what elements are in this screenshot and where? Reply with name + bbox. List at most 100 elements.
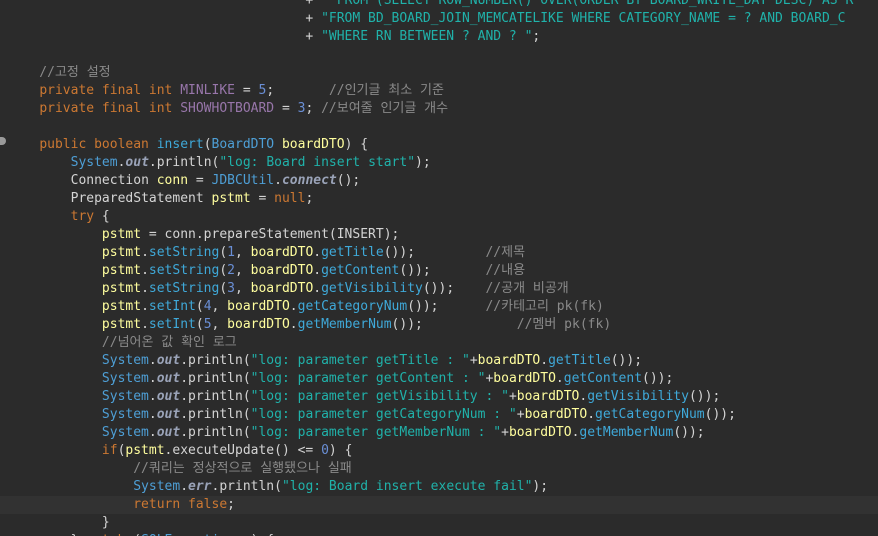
code-token: out [156, 353, 181, 368]
code-line[interactable]: System.out.println("log: parameter getCa… [0, 406, 878, 424]
code-token: MINLIKE [180, 83, 235, 98]
code-line[interactable] [0, 46, 878, 64]
code-token: "log: parameter getVisibility : " [250, 389, 509, 404]
code-line-text: private final int SHOWHOTBOARD = 3; //보여… [8, 100, 448, 118]
code-token: ); [415, 155, 431, 170]
code-editor[interactable]: + " FROM (SELECT ROW_NUMBER() OVER(ORDER… [0, 0, 878, 536]
code-line[interactable]: System.out.println("log: parameter getMe… [0, 424, 878, 442]
code-line[interactable]: System.out.println("log: Board insert st… [0, 154, 878, 172]
code-token: .println( [148, 155, 220, 170]
code-line[interactable]: pstmt.setString(3, boardDTO.getVisibilit… [0, 280, 878, 298]
code-token: //인기글 최소 기준 [328, 83, 444, 98]
code-line[interactable]: //쿼리는 정상적으로 실행됐으나 실패 [0, 460, 878, 478]
code-line[interactable]: } catch (SQLException e) { [0, 532, 878, 536]
code-line-text: System.err.println("log: Board insert ex… [8, 478, 548, 496]
code-token: = [235, 83, 259, 98]
code-token: //카테고리 pk(fk) [485, 299, 604, 314]
code-token: .println( [211, 479, 282, 494]
code-token: . [141, 281, 149, 296]
code-token: , [235, 263, 251, 278]
code-token: System [101, 425, 149, 440]
code-line[interactable]: pstmt.setInt(5, boardDTO.getMemberNum())… [0, 316, 878, 334]
code-token: setInt [148, 317, 196, 332]
code-line-text: } [8, 514, 110, 532]
code-token: + [8, 29, 322, 44]
code-token: ; [266, 83, 329, 98]
code-token: . [141, 263, 149, 278]
code-line[interactable]: public boolean insert(BoardDTO boardDTO)… [0, 136, 878, 154]
code-token: ()); [391, 317, 517, 332]
code-token: . [148, 407, 157, 422]
code-token: "log: parameter getContent : " [250, 371, 486, 386]
code-line[interactable]: System.out.println("log: parameter getCo… [0, 370, 878, 388]
code-line[interactable] [0, 118, 878, 136]
code-token: //공개 비공개 [485, 281, 569, 296]
code-line[interactable]: pstmt.setString(2, boardDTO.getContent()… [0, 262, 878, 280]
code-line[interactable]: PreparedStatement pstmt = null; [0, 190, 878, 208]
code-line[interactable]: if(pstmt.executeUpdate() <= 0) { [0, 442, 878, 460]
code-line[interactable]: pstmt.setString(1, boardDTO.getTitle());… [0, 244, 878, 262]
code-token: . [141, 299, 149, 314]
code-line[interactable]: + " FROM (SELECT ROW_NUMBER() OVER(ORDER… [0, 0, 878, 10]
code-token: public boolean [39, 137, 157, 152]
code-token: ()); [642, 371, 674, 386]
code-token: //제목 [485, 245, 526, 260]
code-token: + [508, 389, 517, 404]
code-line[interactable]: System.out.println("log: parameter getVi… [0, 388, 878, 406]
code-token: = [250, 191, 275, 206]
code-token: . [313, 245, 322, 260]
code-line[interactable]: return false; [0, 496, 878, 514]
code-line[interactable]: + "FROM BD_BOARD_JOIN_MEMCATELIKE WHERE … [0, 10, 878, 28]
code-token: , [235, 281, 251, 296]
code-token: pstmt [125, 443, 165, 458]
code-line[interactable]: pstmt.setInt(4, boardDTO.getCategoryNum(… [0, 298, 878, 316]
code-line[interactable]: private final int MINLIKE = 5; //인기글 최소 … [0, 82, 878, 100]
code-token: //멤버 pk(fk) [516, 317, 612, 332]
code-token: "log: Board insert execute fail" [281, 479, 533, 494]
code-token: ; [532, 29, 541, 44]
code-line[interactable]: System.err.println("log: Board insert ex… [0, 478, 878, 496]
code-token: ); [532, 479, 549, 494]
code-line[interactable]: pstmt = conn.prepareStatement(INSERT); [0, 226, 878, 244]
code-token: + [8, 11, 322, 26]
code-line[interactable]: + "WHERE RN BETWEEN ? AND ? "; [0, 28, 878, 46]
code-line[interactable]: try { [0, 208, 878, 226]
code-token: private final int [39, 83, 181, 98]
code-token: if [101, 443, 118, 458]
code-token: .println( [180, 425, 251, 440]
code-token: + [516, 407, 525, 422]
code-token: ()); [688, 389, 721, 404]
code-line-text: //넘어온 값 확인 로그 [8, 334, 237, 352]
code-token: . [148, 371, 157, 386]
code-line[interactable]: //고정 설정 [0, 64, 878, 82]
code-token: 3 [227, 281, 235, 296]
code-line[interactable]: } [0, 514, 878, 532]
code-token: //넘어온 값 확인 로그 [8, 335, 237, 350]
code-line-text: public boolean insert(BoardDTO boardDTO)… [8, 136, 368, 154]
code-token: boardDTO [250, 263, 314, 278]
code-token: + [469, 353, 478, 368]
code-token: ; [305, 101, 322, 116]
code-line-text: System.out.println("log: parameter getTi… [8, 352, 642, 370]
code-token: + [501, 425, 509, 440]
code-line[interactable]: private final int SHOWHOTBOARD = 3; //보여… [0, 100, 878, 118]
code-token: return false [133, 497, 228, 512]
code-line[interactable]: System.out.println("log: parameter getTi… [0, 352, 878, 370]
code-token: pstmt [101, 227, 142, 242]
code-token: . [313, 263, 322, 278]
code-token: 1 [227, 245, 235, 260]
code-token: System [101, 371, 149, 386]
code-token: , [235, 245, 251, 260]
code-token: ( [219, 281, 228, 296]
code-line[interactable]: //넘어온 값 확인 로그 [0, 334, 878, 352]
code-line[interactable]: Connection conn = JDBCUtil.connect(); [0, 172, 878, 190]
